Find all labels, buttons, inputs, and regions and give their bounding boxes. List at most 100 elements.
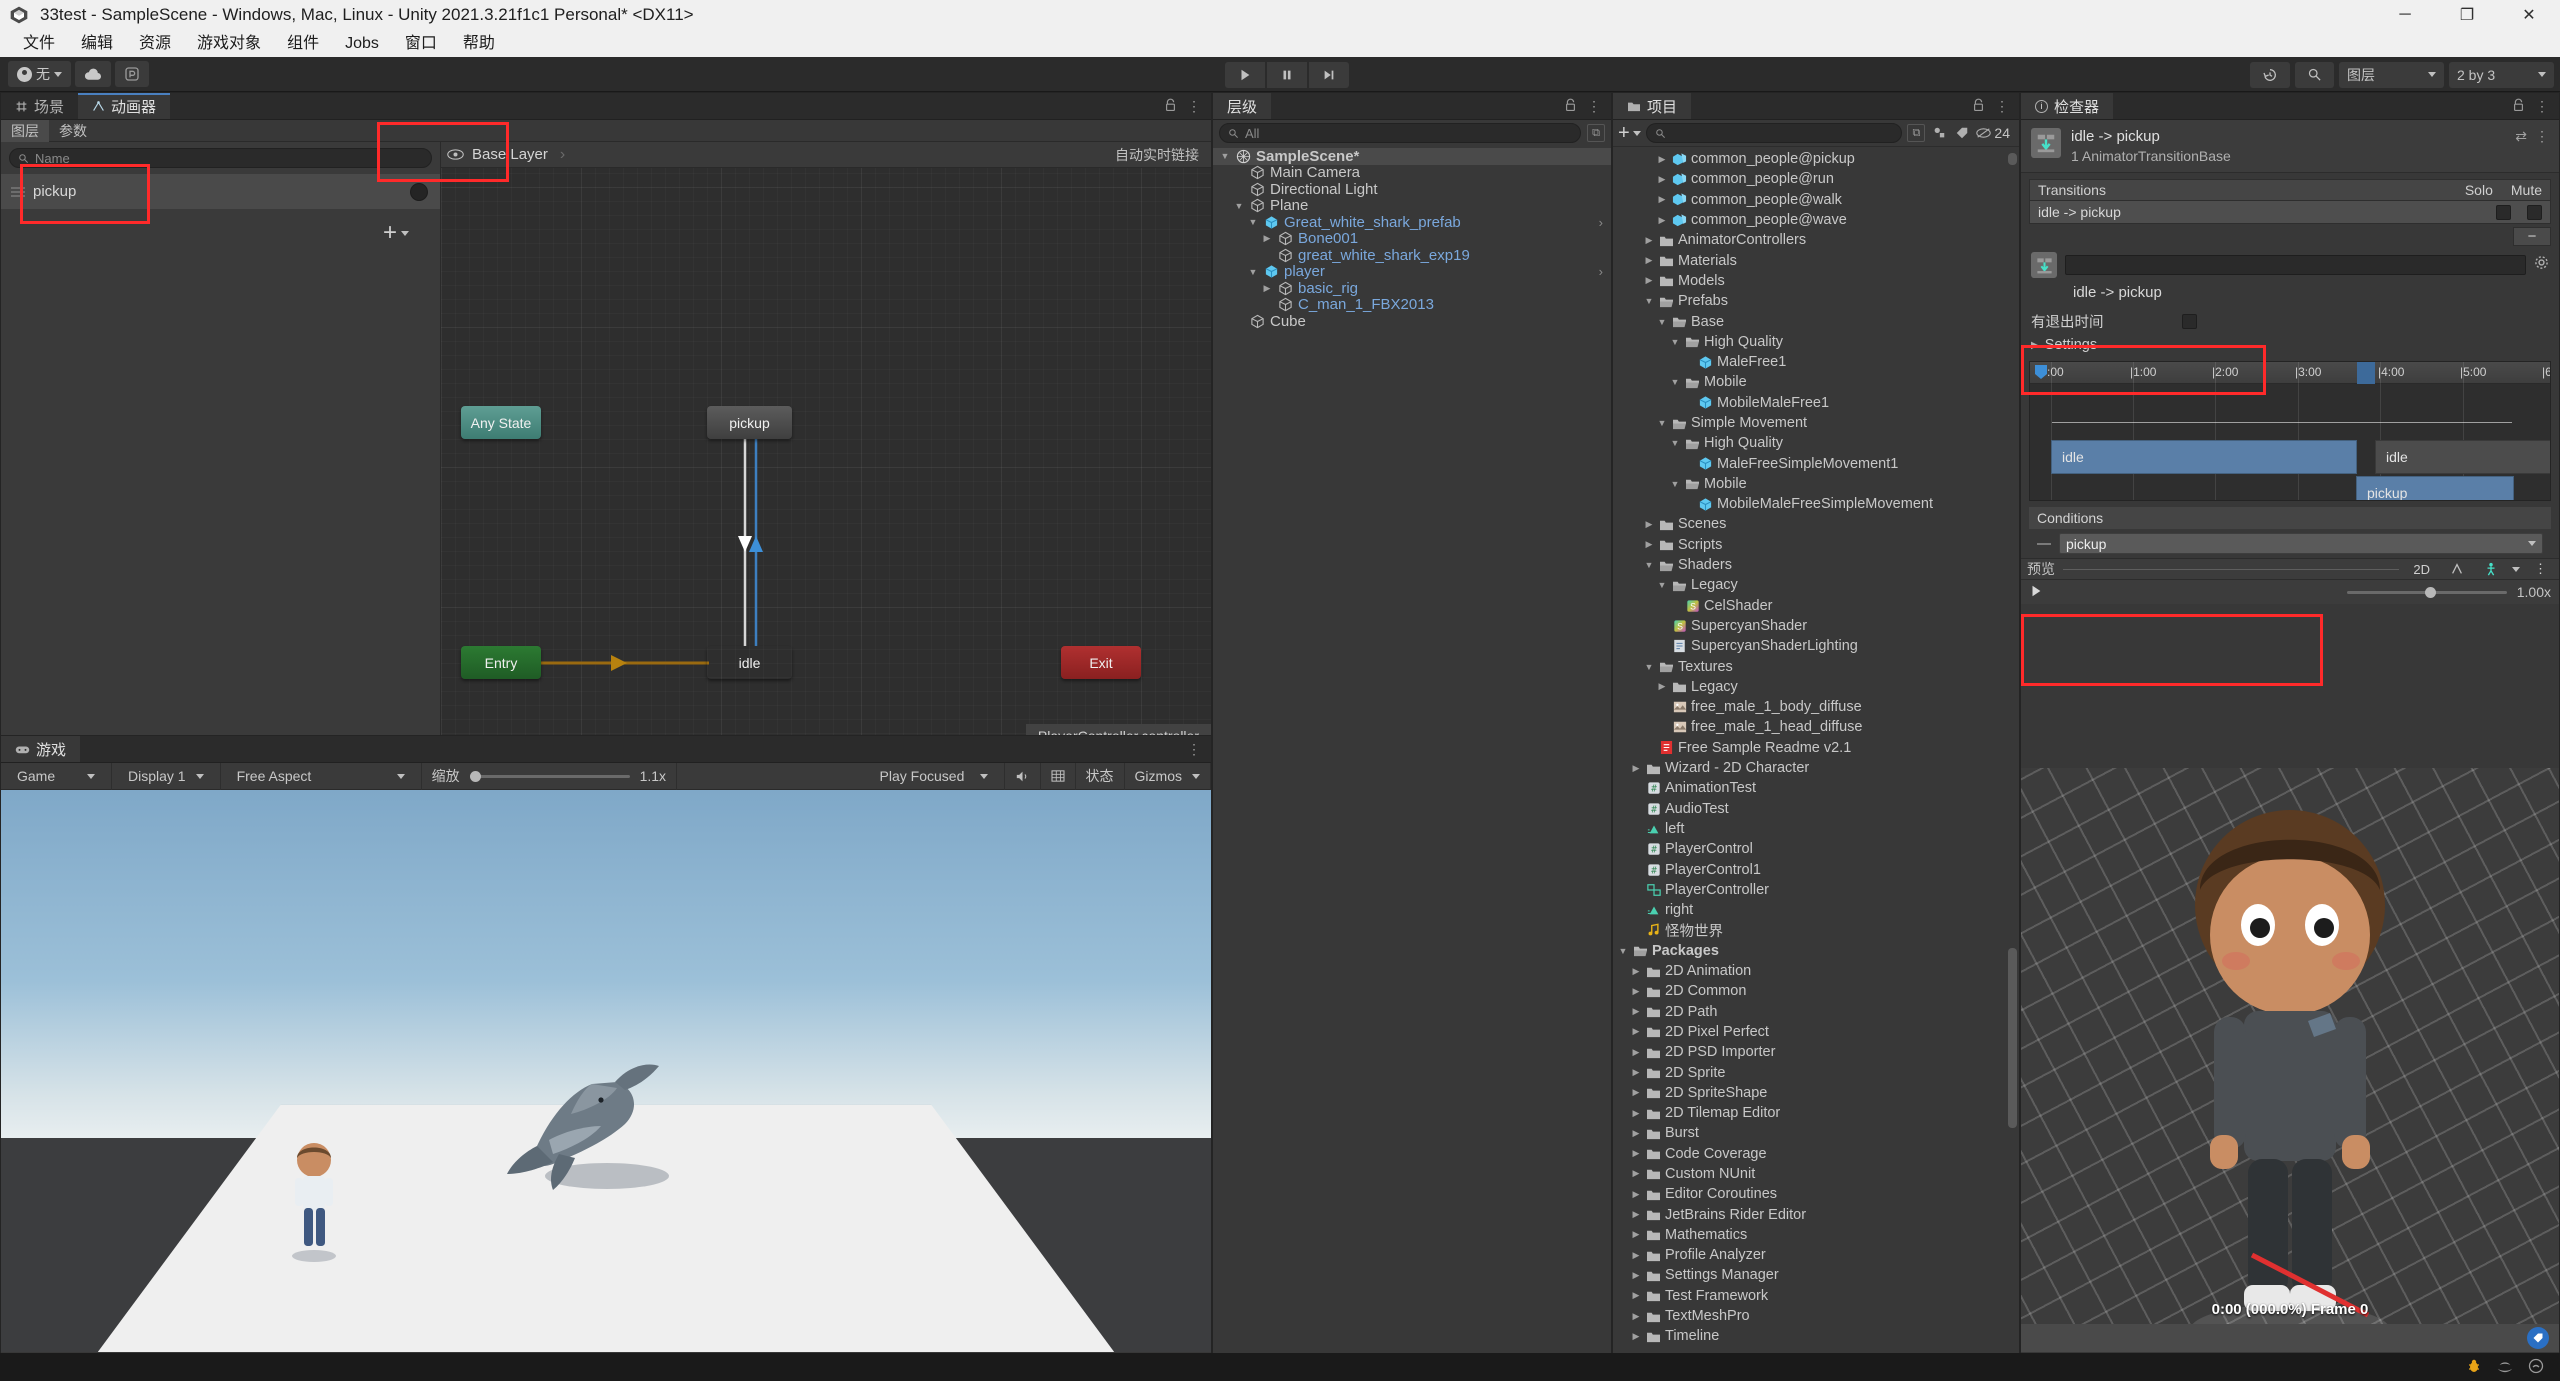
expand-triangle-icon[interactable]: ▶ (1656, 681, 1668, 692)
project-item-supercyanshaderlighting[interactable]: SupercyanShaderLighting (1613, 636, 2019, 656)
expand-triangle-icon[interactable]: ▶ (1630, 1087, 1642, 1098)
menu-gameobject[interactable]: 游戏对象 (184, 30, 274, 57)
history-button[interactable] (2250, 61, 2290, 88)
project-item-scripts[interactable]: ▶ Scripts (1613, 535, 2019, 555)
animator-graph-canvas[interactable]: Any State Entry Exit pickup idle PlayerC… (441, 168, 1211, 748)
menu-help[interactable]: 帮助 (450, 30, 508, 57)
project-expand-search-button[interactable]: ⧉ (1907, 124, 1926, 142)
expand-triangle-icon[interactable]: ▶ (1656, 174, 1668, 185)
collapse-triangle-icon[interactable]: ▼ (1643, 296, 1655, 306)
project-item-jetbrains-rider-editor[interactable]: ▶ JetBrains Rider Editor (1613, 1204, 2019, 1224)
project-item-editor-coroutines[interactable]: ▶ Editor Coroutines (1613, 1184, 2019, 1204)
hierarchy-item-bone001[interactable]: ▶ Bone001 (1213, 230, 1611, 247)
collapse-triangle-icon[interactable]: ▼ (1669, 377, 1681, 387)
collapse-triangle-icon[interactable]: ▼ (1247, 217, 1259, 227)
tag-icon[interactable] (2527, 1327, 2549, 1349)
play-button[interactable] (1225, 61, 1265, 88)
expand-triangle-icon[interactable]: ▶ (1630, 1209, 1642, 1220)
collapse-triangle-icon[interactable]: ▼ (1656, 418, 1668, 428)
project-item-scenes[interactable]: ▶ Scenes (1613, 514, 2019, 534)
preview-humanoid-button[interactable] (2478, 560, 2504, 578)
project-item-2d-animation[interactable]: ▶ 2D Animation (1613, 961, 2019, 981)
project-item-free-sample-readme-v2-1[interactable]: Free Sample Readme v2.1 (1613, 738, 2019, 758)
add-layer-button[interactable]: + (383, 219, 433, 247)
open-prefab-arrow-icon[interactable]: › (1599, 215, 1603, 230)
lock-icon[interactable] (1972, 98, 1985, 115)
project-item-shaders[interactable]: ▼ Shaders (1613, 555, 2019, 575)
transition-list-item[interactable]: idle -> pickup (2029, 201, 2551, 224)
project-item-code-coverage[interactable]: ▶ Code Coverage (1613, 1144, 2019, 1164)
minimize-button[interactable]: ─ (2374, 0, 2436, 30)
collapse-triangle-icon[interactable]: ▼ (1233, 201, 1245, 211)
project-item-wizard-2d-character[interactable]: ▶ Wizard - 2D Character (1613, 758, 2019, 778)
collapse-triangle-icon[interactable]: ▼ (1669, 438, 1681, 448)
csdn-icon[interactable] (2496, 1358, 2514, 1377)
tab-hierarchy[interactable]: 层级 (1213, 93, 1272, 119)
hierarchy-item-directional-light[interactable]: Directional Light (1213, 181, 1611, 198)
expand-triangle-icon[interactable]: ▶ (1630, 1047, 1642, 1058)
project-item-2d-pixel-perfect[interactable]: ▶ 2D Pixel Perfect (1613, 1022, 2019, 1042)
menu-component[interactable]: 组件 (274, 30, 332, 57)
timeline-clip-dest-top[interactable]: idle (2375, 440, 2550, 474)
play-focus-dropdown[interactable]: Play Focused (864, 762, 1005, 790)
project-item-2d-common[interactable]: ▶ 2D Common (1613, 981, 2019, 1001)
project-item-free-male-1-body-diffuse[interactable]: free_male_1_body_diffuse (1613, 697, 2019, 717)
expand-triangle-icon[interactable]: ▶ (1643, 255, 1655, 266)
collapse-triangle-icon[interactable]: ▼ (1669, 337, 1681, 347)
transition-name-input[interactable] (2065, 255, 2526, 275)
project-item-legacy[interactable]: ▶ Legacy (1613, 677, 2019, 697)
solo-checkbox[interactable] (2496, 204, 2511, 220)
breadcrumb[interactable]: Base Layer (472, 146, 548, 163)
node-entry[interactable]: Entry (461, 646, 541, 679)
expand-triangle-icon[interactable]: ▶ (1261, 283, 1273, 294)
hierarchy-expand-search-button[interactable]: ⧉ (1587, 124, 1605, 142)
search-button[interactable] (2295, 61, 2334, 88)
aspect-dropdown[interactable]: Free Aspect (221, 762, 422, 790)
gear-icon[interactable] (2534, 255, 2549, 275)
maximize-button[interactable]: ❐ (2436, 0, 2498, 30)
panel-menu-icon[interactable]: ⋮ (2535, 128, 2549, 145)
gizmos-dropdown[interactable]: Gizmos (1125, 762, 1211, 790)
node-pickup[interactable]: pickup (707, 406, 792, 439)
expand-triangle-icon[interactable]: ▶ (1630, 966, 1642, 977)
project-item-settings-manager[interactable]: ▶ Settings Manager (1613, 1265, 2019, 1285)
project-item-custom-nunit[interactable]: ▶ Custom NUnit (1613, 1164, 2019, 1184)
panel-menu-icon[interactable]: ⋮ (1587, 98, 1601, 115)
project-item-playercontrol1[interactable]: # PlayerControl1 (1613, 859, 2019, 879)
hierarchy-item-cube[interactable]: Cube (1213, 313, 1611, 330)
transition-duration-handle[interactable] (2357, 362, 2375, 384)
node-any-state[interactable]: Any State (461, 406, 541, 439)
animator-layer-row[interactable]: pickup (1, 174, 440, 209)
expand-triangle-icon[interactable]: ▶ (1630, 1148, 1642, 1159)
project-item-textures[interactable]: ▼ Textures (1613, 656, 2019, 676)
project-item-high-quality[interactable]: ▼ High Quality (1613, 332, 2019, 352)
timeline-clip-source[interactable]: idle (2051, 440, 2357, 474)
expand-triangle-icon[interactable]: ▶ (1643, 539, 1655, 550)
project-hidden-count[interactable]: 24 (1976, 125, 2014, 141)
step-button[interactable] (1309, 61, 1349, 88)
project-item-common-people-pickup[interactable]: ▶ common_people@pickup (1613, 149, 2019, 169)
auto-live-link-toggle[interactable]: 自动实时链接 (1115, 145, 1199, 165)
expand-triangle-icon[interactable]: ▶ (1630, 1189, 1642, 1200)
project-item-legacy[interactable]: ▼ Legacy (1613, 575, 2019, 595)
hierarchy-item-c-man-1-fbx2013[interactable]: C_man_1_FBX2013 (1213, 296, 1611, 313)
subtab-layers[interactable]: 图层 (1, 119, 49, 142)
stats-grid-button[interactable] (1041, 762, 1076, 790)
project-item-timeline[interactable]: ▶ Timeline (1613, 1326, 2019, 1346)
expand-triangle-icon[interactable]: ▶ (1630, 1168, 1642, 1179)
layers-dropdown[interactable]: 图层 (2339, 61, 2444, 88)
expand-triangle-icon[interactable]: ▶ (1630, 1290, 1642, 1301)
project-item--[interactable]: 怪物世界 (1613, 920, 2019, 940)
project-item-malefree1[interactable]: MaleFree1 (1613, 352, 2019, 372)
drag-handle-icon[interactable] (11, 186, 25, 197)
preview-2d-button[interactable]: 2D (2407, 560, 2436, 578)
expand-triangle-icon[interactable]: ▶ (1630, 1026, 1642, 1037)
tab-scene[interactable]: 场景 (1, 93, 78, 119)
stats-button[interactable]: 状态 (1076, 762, 1125, 790)
expand-triangle-icon[interactable]: ▶ (1630, 1067, 1642, 1078)
lock-icon[interactable] (2512, 98, 2525, 115)
expand-triangle-icon[interactable]: ▶ (1643, 275, 1655, 286)
expand-triangle-icon[interactable]: ▶ (1630, 1311, 1642, 1322)
menu-file[interactable]: 文件 (10, 30, 68, 57)
settings-foldout[interactable]: ▶ Settings (2021, 333, 2559, 357)
